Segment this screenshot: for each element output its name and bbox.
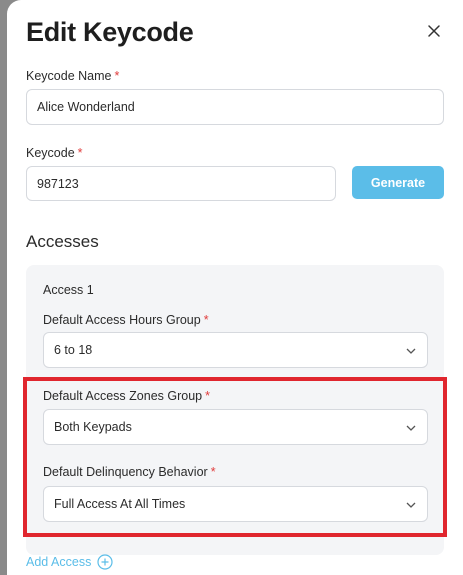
required-mark: * xyxy=(114,69,120,83)
accesses-title: Accesses xyxy=(26,232,99,251)
zones-group-label-text: Default Access Zones Group xyxy=(43,389,203,403)
chevron-down-icon xyxy=(406,502,416,508)
delinquency-label: Default Delinquency Behavior * xyxy=(43,465,216,479)
keycode-name-label: Keycode Name * xyxy=(26,69,119,83)
hours-group-select[interactable]: 6 to 18 xyxy=(43,332,428,368)
zones-group-value: Both Keypads xyxy=(54,420,132,434)
keycode-input[interactable]: 987123 xyxy=(26,166,336,201)
keycode-name-label-text: Keycode Name xyxy=(26,69,112,83)
hours-group-value: 6 to 18 xyxy=(54,343,93,357)
hours-group-label-text: Default Access Hours Group xyxy=(43,313,201,327)
chevron-down-icon xyxy=(406,425,416,431)
delinquency-value: Full Access At All Times xyxy=(54,497,186,511)
zones-group-label: Default Access Zones Group * xyxy=(43,389,210,403)
modal-title: Edit Keycode xyxy=(26,17,194,47)
keycode-label: Keycode * xyxy=(26,146,83,160)
zones-group-select[interactable]: Both Keypads xyxy=(43,409,428,445)
hours-group-label: Default Access Hours Group * xyxy=(43,313,209,327)
delinquency-select[interactable]: Full Access At All Times xyxy=(43,486,428,522)
generate-button[interactable]: Generate xyxy=(352,166,444,199)
keycode-label-text: Keycode xyxy=(26,146,75,160)
access-card: Access 1 Default Access Hours Group * 6 t… xyxy=(26,265,444,555)
access-item-label: Access 1 xyxy=(43,283,94,297)
edit-keycode-modal: Edit Keycode Keycode Name * Alice Wonderl… xyxy=(7,0,463,575)
delinquency-label-text: Default Delinquency Behavior xyxy=(43,465,208,479)
close-icon[interactable] xyxy=(425,22,443,40)
required-mark: * xyxy=(203,313,209,327)
required-mark: * xyxy=(210,465,216,479)
required-mark: * xyxy=(205,389,210,403)
required-mark: * xyxy=(77,146,83,160)
keycode-name-input[interactable]: Alice Wonderland xyxy=(26,89,444,125)
add-access-label: Add Access xyxy=(26,555,92,569)
chevron-down-icon xyxy=(406,348,416,354)
add-access-link[interactable]: Add Access xyxy=(26,554,113,570)
plus-circle-icon xyxy=(97,554,113,570)
